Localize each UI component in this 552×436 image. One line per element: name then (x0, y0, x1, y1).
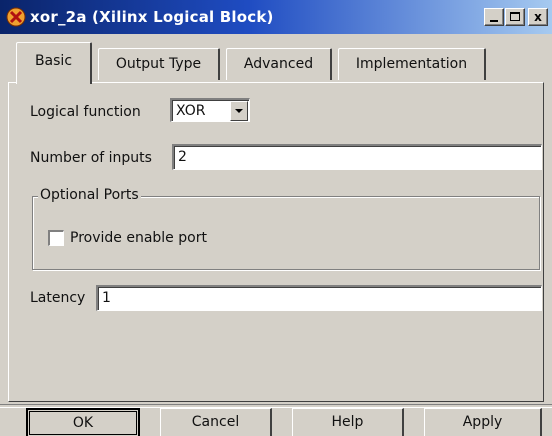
chevron-down-icon (235, 109, 243, 113)
window-title: xor_2a (Xilinx Logical Block) (30, 8, 274, 26)
number-of-inputs-field[interactable]: 2 (172, 144, 542, 170)
provide-enable-port-checkbox[interactable] (48, 230, 64, 246)
logical-function-select[interactable]: XOR (170, 98, 250, 122)
minimize-icon (490, 20, 498, 22)
tab-advanced[interactable]: Advanced (226, 48, 332, 80)
logical-function-value: XOR (176, 103, 206, 119)
help-button[interactable]: Help (292, 408, 404, 436)
title-bar[interactable]: xor_2a (Xilinx Logical Block) x (0, 0, 552, 34)
minimize-button[interactable] (484, 8, 504, 26)
tab-strip: Basic Output Type Advanced Implementatio… (0, 40, 552, 84)
latency-value: 1 (102, 290, 111, 306)
provide-enable-port-label[interactable]: Provide enable port (70, 230, 207, 246)
xilinx-logo-icon (6, 7, 26, 27)
tab-implementation[interactable]: Implementation (338, 48, 486, 80)
tab-basic[interactable]: Basic (16, 42, 92, 84)
maximize-icon (510, 12, 520, 21)
dialog-window: xor_2a (Xilinx Logical Block) x Basic Ou… (0, 0, 552, 436)
latency-field[interactable]: 1 (96, 285, 542, 311)
close-button[interactable]: x (528, 8, 548, 26)
optional-ports-legend: Optional Ports (38, 187, 141, 203)
dropdown-button[interactable] (230, 101, 248, 121)
tab-output-type[interactable]: Output Type (98, 48, 220, 80)
logical-function-label: Logical function (30, 104, 141, 120)
close-icon: x (534, 10, 542, 24)
maximize-button[interactable] (505, 8, 525, 26)
apply-button[interactable]: Apply (424, 408, 542, 436)
latency-label: Latency (30, 290, 86, 306)
number-of-inputs-value: 2 (178, 149, 187, 165)
cancel-button[interactable]: Cancel (160, 408, 272, 436)
ok-button[interactable]: OK (26, 408, 140, 436)
number-of-inputs-label: Number of inputs (30, 150, 152, 166)
